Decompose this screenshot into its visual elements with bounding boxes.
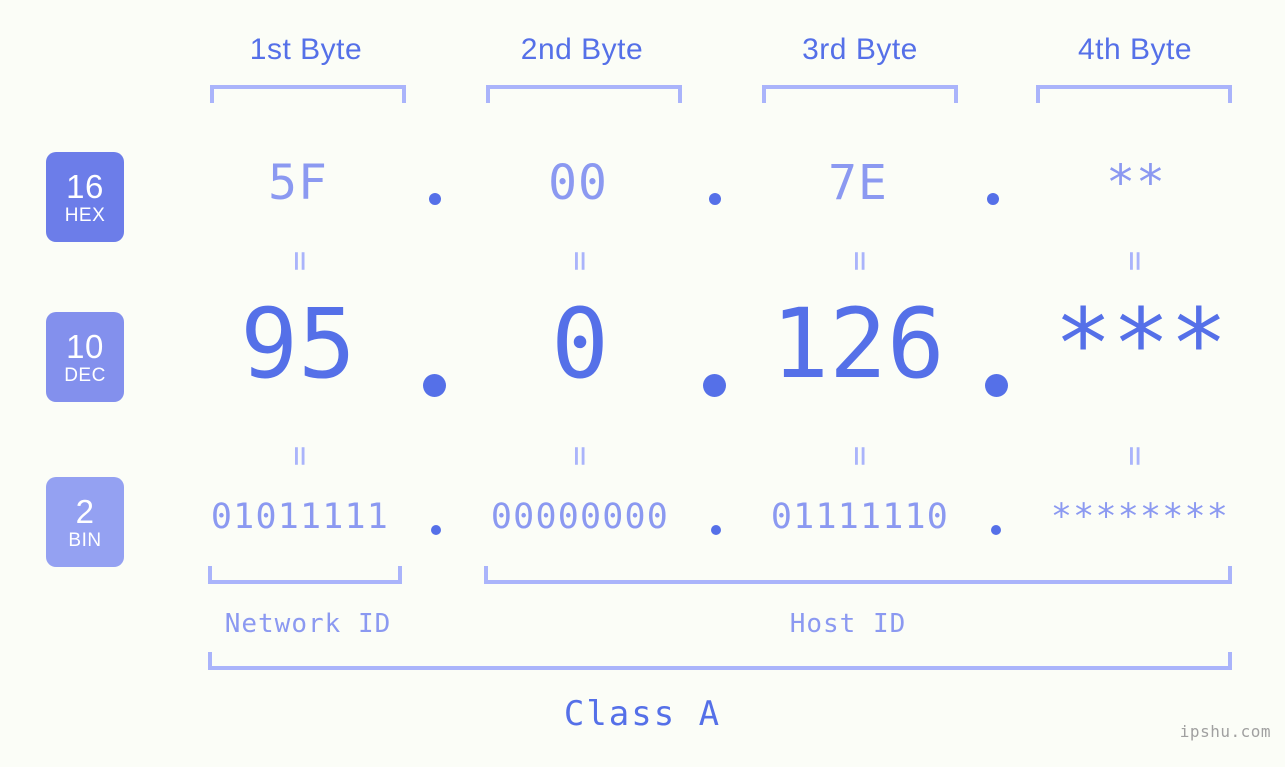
dec-dot-separator-1	[423, 374, 446, 397]
base-badge-hex-name: HEX	[64, 204, 106, 226]
base-badge-dec-name: DEC	[64, 364, 106, 386]
hex-byte-3: 7E	[828, 155, 888, 211]
class-label: Class A	[563, 694, 722, 734]
dec-byte-1: 95	[240, 288, 356, 400]
network-id-label: Network ID	[224, 609, 392, 639]
equals-mark-dec-bin-3: =	[840, 445, 880, 465]
dec-dot-separator-3	[985, 374, 1008, 397]
base-badge-dec-number: 10	[66, 327, 104, 365]
host-id-bracket	[484, 566, 1232, 584]
byte-header-3: 3rd Byte	[802, 33, 918, 66]
equals-mark-dec-bin-2: =	[560, 445, 600, 465]
bin-byte-1: 01011111	[210, 497, 390, 537]
equals-mark-hex-dec-2: =	[560, 250, 600, 270]
equals-mark-dec-bin-4: =	[1115, 445, 1155, 465]
byte-bracket-1	[210, 85, 406, 103]
base-badge-hex-number: 16	[66, 167, 104, 205]
site-watermark: ipshu.com	[1179, 722, 1271, 741]
hex-dot-separator-1	[429, 193, 441, 205]
equals-mark-hex-dec-1: =	[280, 250, 320, 270]
base-badge-dec: 10 DEC	[46, 312, 124, 402]
bin-dot-separator-2	[711, 525, 721, 535]
byte-header-2: 2nd Byte	[520, 33, 644, 66]
hex-byte-2: 00	[548, 155, 608, 211]
dec-byte-4: ***	[1054, 288, 1228, 400]
hex-byte-4: **	[1106, 155, 1166, 211]
equals-mark-hex-dec-3: =	[840, 250, 880, 270]
base-badge-hex: 16 HEX	[46, 152, 124, 242]
bin-dot-separator-3	[991, 525, 1001, 535]
dec-byte-2: 0	[551, 288, 609, 400]
byte-bracket-3	[762, 85, 958, 103]
base-badge-bin: 2 BIN	[46, 477, 124, 567]
hex-dot-separator-2	[709, 193, 721, 205]
dec-byte-3: 126	[771, 288, 945, 400]
byte-header-1: 1st Byte	[249, 33, 363, 66]
bin-byte-3: 01111110	[770, 497, 950, 537]
equals-mark-dec-bin-1: =	[280, 445, 320, 465]
hex-byte-1: 5F	[268, 155, 328, 211]
bin-byte-2: 00000000	[490, 497, 670, 537]
bin-byte-4: ********	[1050, 497, 1230, 537]
network-id-bracket	[208, 566, 402, 584]
byte-bracket-2	[486, 85, 682, 103]
bin-dot-separator-1	[431, 525, 441, 535]
base-badge-bin-name: BIN	[68, 529, 102, 551]
hex-dot-separator-3	[987, 193, 999, 205]
base-badge-bin-number: 2	[75, 492, 95, 530]
byte-bracket-4	[1036, 85, 1232, 103]
ip-address-breakdown-diagram: 1st Byte 2nd Byte 3rd Byte 4th Byte 16 H…	[0, 0, 1285, 767]
host-id-label: Host ID	[789, 609, 907, 639]
class-bracket	[208, 652, 1232, 670]
dec-dot-separator-2	[703, 374, 726, 397]
byte-header-4: 4th Byte	[1077, 33, 1193, 66]
equals-mark-hex-dec-4: =	[1115, 250, 1155, 270]
